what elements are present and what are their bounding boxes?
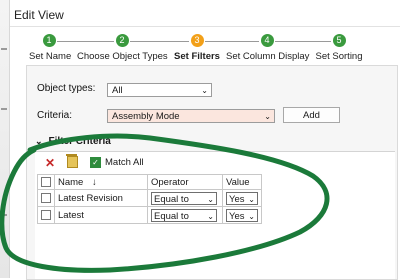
filter-criteria-table: Name ↓ Operator Value Latest Revision Eq…: [37, 174, 262, 224]
step-set-column-display[interactable]: 4 Set Column Display: [226, 32, 310, 62]
criteria-value: Assembly Mode: [112, 111, 180, 122]
add-button[interactable]: Add: [283, 107, 340, 123]
value-column-header[interactable]: Value: [222, 174, 262, 190]
step-label: Set Name: [29, 51, 72, 62]
select-all-cell[interactable]: [37, 174, 55, 190]
operator-value: Equal to: [154, 210, 189, 222]
row-value-cell: Yes ⌄: [222, 206, 262, 224]
row-name: Latest Revision: [54, 189, 148, 207]
edge-tick: [1, 214, 7, 216]
title-bar: Edit View: [10, 0, 400, 27]
name-header-text: Name: [58, 176, 84, 188]
step-number: 2: [115, 34, 129, 47]
operator-value: Equal to: [154, 193, 189, 205]
operator-select[interactable]: Equal to ⌄: [151, 208, 217, 222]
row-operator-cell: Equal to ⌄: [147, 189, 223, 207]
step-label: Set Sorting: [315, 51, 363, 62]
step-number: 4: [260, 34, 274, 47]
clipboard-icon[interactable]: [66, 154, 78, 168]
name-column-header[interactable]: Name ↓: [54, 174, 148, 190]
row-checkbox-cell[interactable]: [37, 206, 55, 224]
step-number: 3: [190, 34, 204, 47]
object-types-label: Object types:: [37, 83, 96, 94]
filters-panel: Object types: All ⌄ Criteria: Assembly M…: [26, 65, 398, 280]
sort-arrow-icon: ↓: [91, 176, 97, 188]
chevron-down-icon: ⌄: [264, 112, 271, 121]
value-select[interactable]: Yes ⌄: [226, 191, 258, 205]
criteria-select[interactable]: Assembly Mode ⌄: [107, 109, 275, 123]
value-value: Yes: [229, 210, 245, 222]
filter-criteria-title: Filter Criteria: [48, 136, 111, 147]
wizard-stepper: 1 Set Name 2 Choose Object Types 3 Set F…: [0, 32, 400, 64]
row-value-cell: Yes ⌄: [222, 189, 262, 207]
step-set-sorting[interactable]: 5 Set Sorting: [313, 32, 365, 62]
row-name: Latest: [54, 206, 148, 224]
checkbox-icon[interactable]: [41, 176, 51, 187]
row-operator-cell: Equal to ⌄: [147, 206, 223, 224]
filter-criteria-header[interactable]: ⌄ Filter Criteria: [35, 136, 111, 147]
table-row: Latest Equal to ⌄ Yes ⌄: [37, 206, 262, 224]
step-set-name[interactable]: 1 Set Name: [29, 32, 72, 62]
window-title: Edit View: [14, 8, 64, 22]
table-row: Latest Revision Equal to ⌄ Yes ⌄: [37, 189, 262, 207]
chevron-down-icon: ⌄: [248, 211, 255, 221]
object-types-value: All: [112, 85, 123, 96]
step-label: Choose Object Types: [77, 51, 168, 62]
edge-tick: [1, 108, 7, 110]
filter-grid-area: ✕ ✓ Match All Name ↓ Operator Value Late…: [35, 152, 395, 279]
object-types-select[interactable]: All ⌄: [107, 83, 212, 97]
step-choose-object-types[interactable]: 2 Choose Object Types: [77, 32, 168, 62]
step-label: Set Column Display: [226, 51, 310, 62]
delete-x-icon[interactable]: ✕: [45, 156, 55, 170]
operator-column-header[interactable]: Operator: [147, 174, 223, 190]
criteria-label: Criteria:: [37, 110, 73, 121]
caret-down-icon: ⌄: [35, 136, 43, 146]
checkbox-icon[interactable]: [41, 192, 51, 203]
match-all-checkbox[interactable]: ✓: [90, 157, 101, 168]
operator-select[interactable]: Equal to ⌄: [151, 191, 217, 205]
chevron-down-icon: ⌄: [248, 194, 255, 204]
chevron-down-icon: ⌄: [207, 194, 214, 204]
value-select[interactable]: Yes ⌄: [226, 208, 258, 222]
chevron-down-icon: ⌄: [201, 86, 208, 95]
match-all-label: Match All: [105, 157, 144, 168]
step-label: Set Filters: [174, 51, 220, 62]
step-number: 5: [332, 34, 346, 47]
chevron-down-icon: ⌄: [207, 211, 214, 221]
step-number: 1: [42, 34, 56, 47]
checkbox-icon[interactable]: [41, 209, 51, 220]
row-checkbox-cell[interactable]: [37, 189, 55, 207]
step-set-filters[interactable]: 3 Set Filters: [172, 32, 222, 62]
value-value: Yes: [229, 193, 245, 205]
table-header-row: Name ↓ Operator Value: [37, 174, 262, 190]
